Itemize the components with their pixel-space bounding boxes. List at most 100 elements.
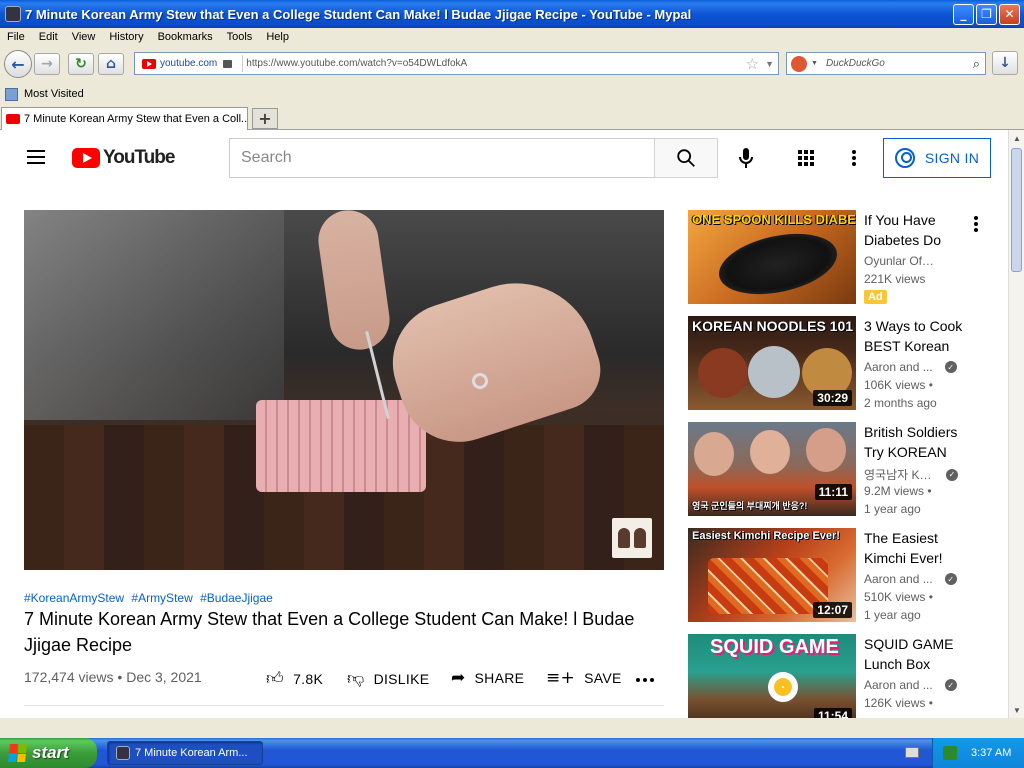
menu-bookmarks[interactable]: Bookmarks — [151, 31, 220, 43]
recommendation-item[interactable]: SQUID GAME 11:54 SQUID GAME Lunch Box Aa… — [688, 634, 988, 718]
hashtag-link[interactable]: #ArmyStew — [131, 591, 192, 605]
clock[interactable]: 3:37 AM — [971, 747, 1011, 759]
channel-name[interactable]: 영국남자 Ko... ✓ — [864, 466, 964, 483]
divider — [24, 705, 664, 706]
back-button[interactable]: ← — [4, 50, 32, 78]
view-count: 172,474 views — [24, 669, 114, 685]
channel-name[interactable]: Aaron and ... ✓ — [864, 572, 964, 586]
sign-in-label: SIGN IN — [924, 150, 980, 166]
sliced-spam — [256, 400, 426, 492]
like-count: 7.8K — [293, 670, 324, 687]
bookmarks-toolbar: Most Visited — [0, 84, 1024, 104]
recommendation-item[interactable]: 영국 군인들의 부대찌개 반응?! 11:11 British Soldiers… — [688, 422, 988, 516]
reload-button[interactable]: ↻ — [68, 53, 94, 75]
site-identity-chip[interactable]: youtube.com — [138, 55, 244, 72]
menu-edit[interactable]: Edit — [32, 31, 65, 43]
video-duration: 12:07 — [813, 602, 852, 618]
start-button[interactable]: start — [0, 738, 97, 768]
menu-file[interactable]: File — [0, 31, 32, 43]
search-icon — [677, 149, 695, 167]
channel-watermark-icon[interactable] — [612, 518, 652, 558]
new-tab-button[interactable]: + — [252, 108, 278, 129]
sign-in-button[interactable]: SIGN IN — [883, 138, 991, 178]
recommendation-title[interactable]: British Soldiers Try KOREAN — [864, 422, 974, 462]
minimize-button[interactable]: _ — [953, 3, 974, 25]
page-scrollbar[interactable]: ▲ ▼ — [1008, 130, 1024, 718]
keyboard-icon[interactable] — [905, 747, 919, 758]
ad-badge: Ad — [864, 290, 887, 304]
home-button[interactable]: ⌂ — [98, 53, 124, 75]
video-title: 7 Minute Korean Army Stew that Even a Co… — [24, 609, 635, 655]
microphone-icon[interactable] — [736, 146, 756, 170]
youtube-logo[interactable]: YouTube — [72, 147, 175, 169]
playlist-add-icon: ≡+ — [546, 668, 576, 688]
hashtag-link[interactable]: #BudaeJjigae — [200, 591, 273, 605]
window-title-bar[interactable]: 7 Minute Korean Army Stew that Even a Co… — [0, 0, 1024, 28]
youtube-header: YouTube Search SIGN IN — [0, 130, 1008, 186]
recommendation-title[interactable]: SQUID GAME Lunch Box — [864, 634, 974, 674]
search-icon[interactable]: ⌕ — [973, 56, 980, 72]
video-thumbnail[interactable]: SQUID GAME 11:54 — [688, 634, 856, 718]
video-player[interactable] — [24, 210, 664, 570]
network-tray-icon[interactable] — [943, 746, 957, 760]
bookmark-most-visited[interactable]: Most Visited — [24, 88, 84, 100]
menu-tools[interactable]: Tools — [220, 31, 260, 43]
bookmark-star-icon[interactable]: ☆ — [746, 55, 759, 73]
downloads-button[interactable]: ↓ — [992, 51, 1018, 75]
like-button[interactable]: 👍︎ 7.8K — [266, 668, 323, 689]
youtube-wordmark: YouTube — [103, 147, 175, 168]
scroll-up-icon[interactable]: ▲ — [1009, 130, 1024, 146]
dislike-button[interactable]: 👎︎ DISLIKE — [347, 668, 429, 689]
recommendation-title[interactable]: The Easiest Kimchi Ever! — [864, 528, 974, 568]
video-thumbnail[interactable]: KOREAN NOODLES 101 30:29 — [688, 316, 856, 410]
menu-view[interactable]: View — [65, 31, 103, 43]
recommendation-item[interactable]: ONE SPOON KILLS DIABETES If You Have Dia… — [688, 210, 988, 304]
channel-name[interactable]: Aaron and ... ✓ — [864, 678, 964, 692]
web-page: YouTube Search SIGN IN #KoreanArmyStew #… — [0, 130, 1008, 718]
recommendation-title[interactable]: If You Have Diabetes Do — [864, 210, 974, 250]
save-button[interactable]: ≡+ SAVE — [546, 668, 622, 688]
scroll-down-icon[interactable]: ▼ — [1009, 702, 1024, 718]
video-thumbnail[interactable]: ONE SPOON KILLS DIABETES — [688, 210, 856, 304]
more-actions-icon[interactable] — [636, 678, 654, 682]
more-options-icon[interactable] — [974, 216, 978, 232]
browser-app-icon — [116, 746, 130, 760]
search-input[interactable]: Search — [229, 138, 655, 178]
view-count: 221K views — [864, 272, 926, 286]
scrollbar-thumb[interactable] — [1011, 148, 1022, 272]
maximize-button[interactable]: ❐ — [976, 3, 997, 25]
recommendation-item[interactable]: KOREAN NOODLES 101 30:29 3 Ways to Cook … — [688, 316, 988, 410]
settings-more-icon[interactable] — [846, 147, 862, 169]
address-bar[interactable]: youtube.com https://www.youtube.com/watc… — [134, 52, 779, 75]
recommendation-item[interactable]: Easiest Kimchi Recipe Ever! 12:07 The Ea… — [688, 528, 988, 622]
engine-dropdown-icon[interactable]: ▼ — [811, 60, 818, 67]
save-label: SAVE — [584, 670, 622, 686]
duckduckgo-icon[interactable] — [791, 55, 807, 72]
hashtag-link[interactable]: #KoreanArmyStew — [24, 591, 124, 605]
channel-name[interactable]: Aaron and ... ✓ — [864, 360, 964, 374]
taskbar-window-label: 7 Minute Korean Arm... — [135, 747, 248, 759]
share-button[interactable]: ➦ SHARE — [451, 668, 524, 688]
view-count: 106K views • — [864, 378, 933, 392]
video-duration: 11:54 — [813, 708, 852, 718]
tab-active[interactable]: 7 Minute Korean Army Stew that Even a Co… — [1, 107, 248, 130]
forward-button[interactable]: → — [34, 53, 60, 75]
thumbnail-caption: SQUID GAME — [710, 636, 839, 658]
web-search-placeholder[interactable]: DuckDuckGo — [826, 58, 973, 69]
web-search-box[interactable]: ▼ DuckDuckGo ⌕ — [786, 52, 986, 75]
apps-grid-icon[interactable] — [796, 148, 816, 168]
menu-history[interactable]: History — [102, 31, 150, 43]
close-button[interactable]: ✕ — [999, 3, 1020, 25]
video-thumbnail[interactable]: 영국 군인들의 부대찌개 반응?! 11:11 — [688, 422, 856, 516]
hamburger-menu-icon[interactable] — [27, 150, 45, 164]
menu-help[interactable]: Help — [259, 31, 296, 43]
url-text[interactable]: https://www.youtube.com/watch?v=o54DWLdf… — [243, 58, 745, 69]
navigation-toolbar: ← → ↻ ⌂ youtube.com https://www.youtube.… — [0, 46, 1024, 82]
taskbar-window-button[interactable]: 7 Minute Korean Arm... — [107, 741, 263, 765]
verified-check-icon: ✓ — [944, 361, 957, 373]
search-button[interactable] — [654, 138, 718, 178]
video-thumbnail[interactable]: Easiest Kimchi Recipe Ever! 12:07 — [688, 528, 856, 622]
recommendation-title[interactable]: 3 Ways to Cook BEST Korean — [864, 316, 974, 356]
url-history-dropdown-icon[interactable]: ▼ — [765, 59, 774, 69]
channel-name[interactable]: Oyunlar Official — [864, 254, 964, 268]
